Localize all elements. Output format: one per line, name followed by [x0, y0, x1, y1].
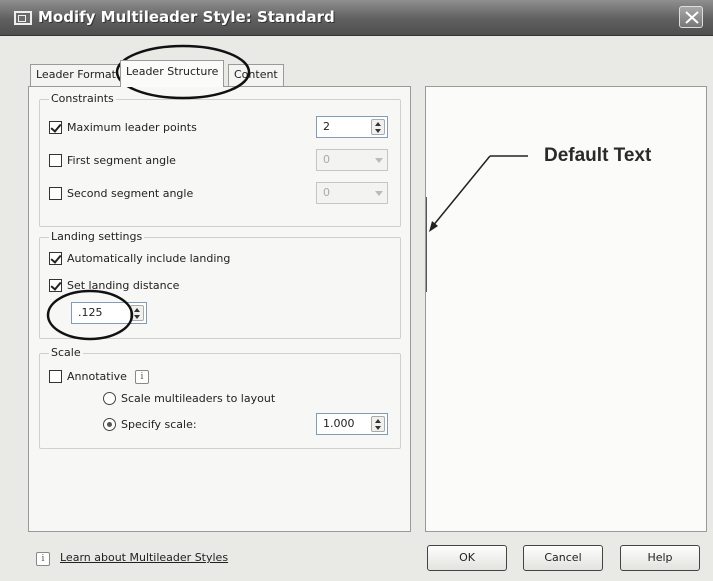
second-segment-angle-dropdown[interactable]: 0 — [316, 182, 388, 204]
close-button[interactable] — [679, 6, 703, 28]
landing-settings-group-label: Landing settings — [49, 230, 145, 243]
second-segment-angle-label: Second segment angle — [67, 187, 194, 200]
set-landing-distance-label: Set landing distance — [67, 279, 180, 292]
chevron-down-icon — [375, 191, 383, 196]
window-title: Modify Multileader Style: Standard — [38, 8, 335, 26]
title-bar: Modify Multileader Style: Standard — [0, 0, 713, 36]
first-segment-angle-dropdown[interactable]: 0 — [316, 149, 388, 171]
chevron-down-icon — [375, 158, 383, 163]
tab-leader-structure[interactable]: Leader Structure — [120, 60, 225, 87]
max-leader-points-spinner[interactable]: 2 — [316, 116, 388, 138]
second-segment-angle-value: 0 — [323, 186, 330, 199]
set-landing-distance-checkbox[interactable] — [49, 279, 62, 292]
app-window-icon — [14, 11, 32, 25]
annotative-checkbox[interactable] — [49, 370, 62, 383]
spinner-arrows-icon[interactable] — [130, 305, 144, 321]
landing-distance-value: .125 — [78, 306, 103, 319]
specify-scale-radio[interactable] — [103, 418, 116, 431]
learn-about-multileader-styles-link[interactable]: Learn about Multileader Styles — [60, 551, 228, 564]
tab-content[interactable]: Content — [228, 64, 284, 86]
spinner-arrows-icon[interactable] — [371, 119, 385, 135]
info-icon: i — [36, 552, 50, 566]
constraints-group-label: Constraints — [49, 92, 116, 105]
max-leader-points-label: Maximum leader points — [67, 121, 197, 134]
spinner-arrows-icon[interactable] — [371, 416, 385, 432]
auto-include-landing-checkbox[interactable] — [49, 252, 62, 265]
first-segment-angle-value: 0 — [323, 153, 330, 166]
close-icon — [685, 11, 699, 24]
landing-distance-spinner[interactable]: .125 — [71, 302, 147, 324]
annotative-label: Annotative — [67, 370, 127, 383]
specify-scale-value: 1.000 — [323, 417, 355, 430]
leader-structure-panel: Constraints Maximum leader points 2 Firs… — [28, 86, 411, 532]
help-button[interactable]: Help — [620, 545, 700, 571]
scale-group-label: Scale — [49, 346, 83, 359]
second-segment-angle-checkbox[interactable] — [49, 187, 62, 200]
specify-scale-label: Specify scale: — [121, 418, 197, 431]
scale-to-layout-radio[interactable] — [103, 392, 116, 405]
ok-button[interactable]: OK — [427, 545, 507, 571]
max-leader-points-value: 2 — [323, 120, 330, 133]
info-icon[interactable]: i — [135, 370, 149, 384]
cancel-button[interactable]: Cancel — [523, 545, 603, 571]
preview-default-text: Default Text — [544, 145, 652, 166]
preview-pane: Default Text — [425, 86, 707, 532]
max-leader-points-checkbox[interactable] — [49, 121, 62, 134]
scale-to-layout-label: Scale multileaders to layout — [121, 392, 276, 405]
first-segment-angle-label: First segment angle — [67, 154, 176, 167]
tab-leader-format[interactable]: Leader Format — [30, 64, 122, 86]
auto-include-landing-label: Automatically include landing — [67, 252, 231, 265]
specify-scale-spinner[interactable]: 1.000 — [316, 413, 388, 435]
first-segment-angle-checkbox[interactable] — [49, 154, 62, 167]
